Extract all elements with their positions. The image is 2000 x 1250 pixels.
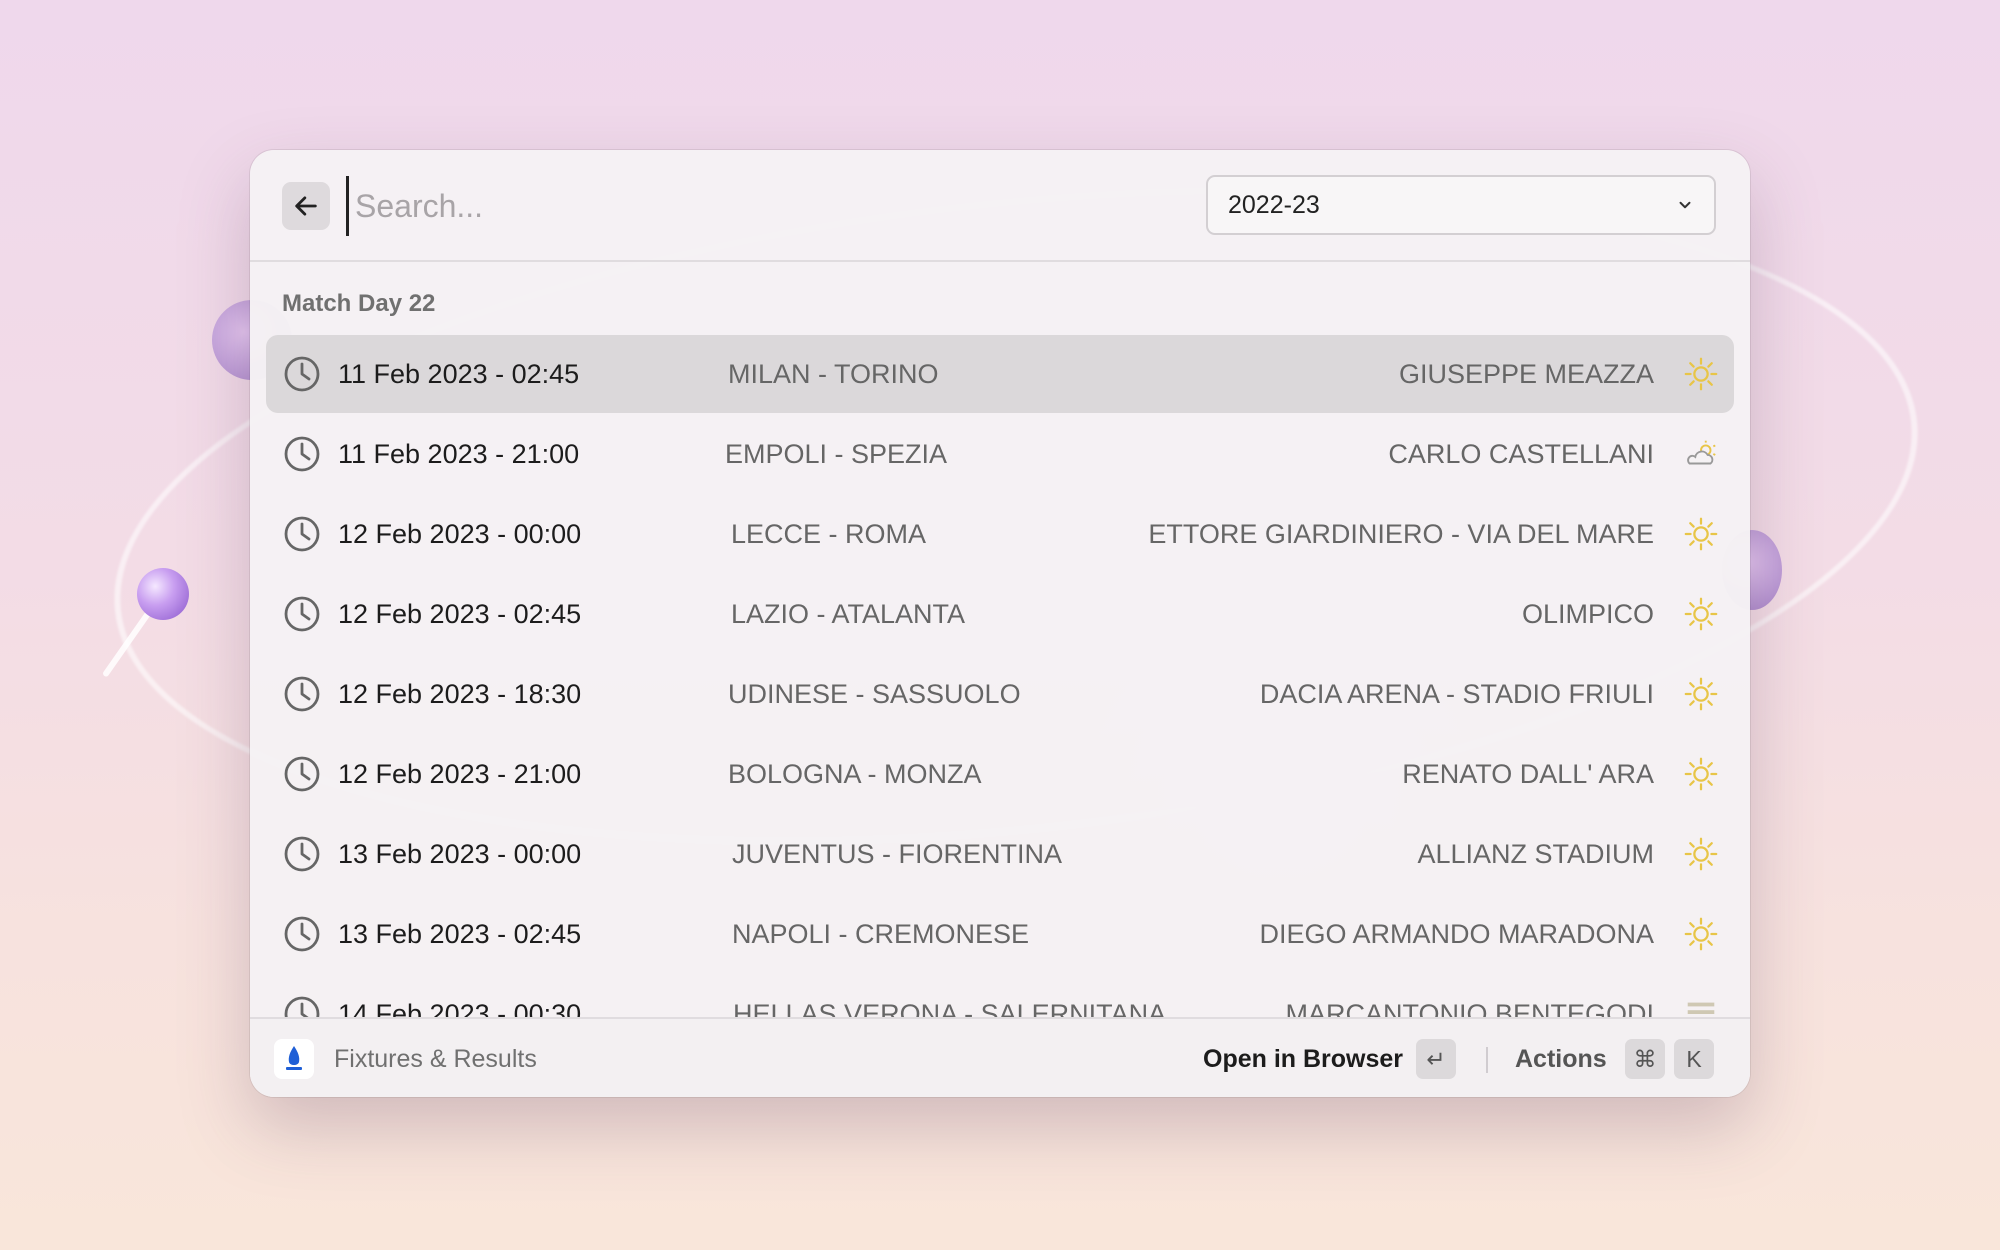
- fixture-row[interactable]: 13 Feb 2023 - 00:00 JUVENTUS - FIORENTINA…: [266, 815, 1734, 893]
- fixture-datetime: 12 Feb 2023 - 21:00: [338, 758, 582, 789]
- fixture-stadium: RENATO DALL' ARA: [1402, 758, 1654, 789]
- k-key-hint: K: [1674, 1039, 1714, 1079]
- fixture-datetime: 12 Feb 2023 - 18:30: [338, 678, 582, 709]
- fixtures-list: 11 Feb 2023 - 02:45 MILAN - TORINO GIUSEPP…: [250, 335, 1750, 1017]
- fixture-row[interactable]: 12 Feb 2023 - 02:45 LAZIO - ATALANTA OLIMP…: [266, 575, 1734, 653]
- action-bar: Fixtures & Results Open in Browser ↵ Act…: [250, 1017, 1750, 1097]
- clock-icon: [282, 754, 322, 794]
- clock-icon: [282, 994, 322, 1017]
- lollipop: [137, 568, 189, 620]
- fixture-stadium: GIUSEPPE MEAZZA: [1398, 358, 1654, 389]
- clock-icon: [282, 834, 322, 874]
- clock-icon: [282, 674, 322, 714]
- fixture-row[interactable]: 11 Feb 2023 - 21:00 EMPOLI - SPEZIA CARLO …: [266, 415, 1734, 493]
- clock-icon: [282, 594, 322, 634]
- fixture-teams: UDINESE - SASSUOLO: [728, 678, 1021, 709]
- clock-icon: [282, 914, 322, 954]
- fixture-datetime: 12 Feb 2023 - 02:45: [338, 598, 582, 629]
- arrow-left-icon: [295, 196, 317, 216]
- fixture-teams: LAZIO - ATALANTA: [731, 598, 966, 629]
- command-title: Fixtures & Results: [334, 1045, 537, 1073]
- serie-a-logo: [274, 1039, 314, 1079]
- search-header: 2022-23: [250, 150, 1750, 262]
- sun-icon: [1682, 835, 1720, 873]
- fixture-datetime: 11 Feb 2023 - 21:00: [338, 438, 580, 469]
- clock-icon: [282, 354, 322, 394]
- sun-icon: [1682, 595, 1720, 633]
- fixture-teams: HELLAS VERONA - SALERNITANA: [733, 998, 1167, 1018]
- fixture-row[interactable]: 14 Feb 2023 - 00:30 HELLAS VERONA - SALER…: [266, 975, 1734, 1017]
- fixture-datetime: 11 Feb 2023 - 02:45: [338, 358, 580, 389]
- fixture-datetime: 12 Feb 2023 - 00:00: [338, 518, 582, 549]
- sun-icon: [1682, 755, 1720, 793]
- cmd-key-hint: ⌘: [1625, 1039, 1665, 1079]
- footer-divider: [1486, 1047, 1488, 1073]
- fixture-stadium: ALLIANZ STADIUM: [1417, 838, 1654, 869]
- fixture-stadium: ETTORE GIARDINIERO - VIA DEL MARE: [1148, 518, 1654, 549]
- chevron-down-icon: [1679, 201, 1691, 209]
- fixture-row[interactable]: 12 Feb 2023 - 18:30 UDINESE - SASSUOLO DAC…: [266, 655, 1734, 733]
- fixture-stadium: OLIMPICO: [1521, 598, 1654, 629]
- fixture-stadium: MARCANTONIO BENTEGODI: [1285, 998, 1654, 1018]
- fixture-datetime: 13 Feb 2023 - 00:00: [338, 838, 582, 869]
- sun-icon: [1682, 515, 1720, 553]
- fixture-row[interactable]: 12 Feb 2023 - 21:00 BOLOGNA - MONZA RENATO…: [266, 735, 1734, 813]
- season-value: 2022-23: [1228, 190, 1320, 219]
- fixture-teams: NAPOLI - CREMONESE: [732, 918, 1030, 949]
- open-in-browser-action[interactable]: Open in Browser: [1203, 1045, 1403, 1074]
- fixture-row[interactable]: 12 Feb 2023 - 00:00 LECCE - ROMA ETTORE GI…: [266, 495, 1734, 573]
- sun-icon: [1682, 915, 1720, 953]
- fixture-row[interactable]: 11 Feb 2023 - 02:45 MILAN - TORINO GIUSEPP…: [266, 335, 1734, 413]
- fixture-row[interactable]: 13 Feb 2023 - 02:45 NAPOLI - CREMONESE DIE…: [266, 895, 1734, 973]
- fixture-teams: MILAN - TORINO: [728, 358, 939, 389]
- fixture-teams: EMPOLI - SPEZIA: [725, 438, 948, 469]
- clock-icon: [282, 434, 322, 474]
- sun-icon: [1682, 355, 1720, 393]
- enter-key-hint: ↵: [1416, 1039, 1456, 1079]
- actions-button[interactable]: Actions: [1515, 1045, 1607, 1074]
- fixture-teams: LECCE - ROMA: [731, 518, 927, 549]
- search-input[interactable]: [346, 176, 1135, 236]
- fixture-datetime: 13 Feb 2023 - 02:45: [338, 918, 582, 949]
- fixture-datetime: 14 Feb 2023 - 00:30: [338, 998, 582, 1018]
- fixture-stadium: CARLO CASTELLANI: [1388, 438, 1654, 469]
- fixture-stadium: DACIA ARENA - STADIO FRIULI: [1259, 678, 1654, 709]
- partly-cloudy-icon: [1682, 435, 1720, 473]
- fog-icon: [1682, 995, 1720, 1017]
- season-select[interactable]: 2022-23: [1206, 175, 1716, 235]
- fixtures-window: 2022-23 Match Day 22 11 Feb 2023 - 02:45…: [250, 150, 1750, 1097]
- fixture-stadium: DIEGO ARMANDO MARADONA: [1259, 918, 1654, 949]
- fixture-teams: JUVENTUS - FIORENTINA: [732, 838, 1063, 869]
- clock-icon: [282, 514, 322, 554]
- section-title: Match Day 22: [282, 290, 436, 317]
- fixture-teams: BOLOGNA - MONZA: [728, 758, 982, 789]
- sun-icon: [1682, 675, 1720, 713]
- back-button[interactable]: [282, 182, 330, 230]
